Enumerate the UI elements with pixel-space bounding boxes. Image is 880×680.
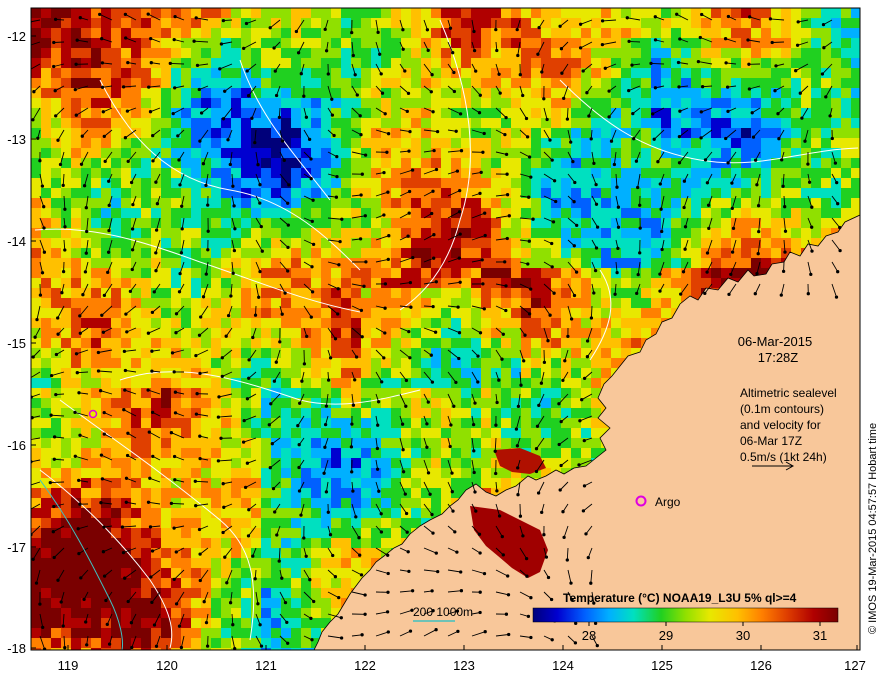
note-line: (0.1m contours) xyxy=(740,402,824,416)
lon-tick: 126 xyxy=(750,658,772,673)
lat-tick: -12 xyxy=(7,29,26,44)
lon-tick: 123 xyxy=(453,658,475,673)
lat-tick: -15 xyxy=(7,336,26,351)
lat-tick: -18 xyxy=(7,641,26,656)
colorbar-ramp xyxy=(532,607,839,623)
lat-tick: -13 xyxy=(7,132,26,147)
map-time: 17:28Z xyxy=(758,350,799,365)
lat-tick: -17 xyxy=(7,540,26,555)
lat-tick: -16 xyxy=(7,438,26,453)
colorbar-tick: 30 xyxy=(736,628,750,643)
colorbar-title: Temperature (°C) NOAA19_L3U 5% ql>=4 xyxy=(563,591,797,605)
lon-tick: 127 xyxy=(844,658,866,673)
lat-tick: -14 xyxy=(7,234,26,249)
bathy-legend-label: 200 1000m xyxy=(413,605,473,619)
colorbar-tick: 31 xyxy=(813,628,827,643)
lon-tick: 119 xyxy=(58,658,79,673)
colorbar-tick: 28 xyxy=(582,628,596,643)
note-line: Altimetric sealevel xyxy=(740,386,837,400)
sst-map: -12 -13 -14 -15 -16 -17 -18 119 120 121 … xyxy=(7,7,879,673)
note-line: 0.5m/s (1kt 24h) xyxy=(740,450,827,464)
lon-tick: 122 xyxy=(354,658,376,673)
plot-area xyxy=(31,8,860,650)
note-line: 06-Mar 17Z xyxy=(740,434,802,448)
note-line: and velocity for xyxy=(740,418,821,432)
lon-tick: 125 xyxy=(651,658,673,673)
map-date: 06-Mar-2015 xyxy=(738,334,812,349)
colorbar-tick: 29 xyxy=(659,628,673,643)
argo-label: Argo xyxy=(655,495,681,509)
imos-credit: © IMOS 19-Mar-2015 04:57:57 Hobart time xyxy=(867,423,879,634)
lon-tick: 121 xyxy=(255,658,277,673)
lon-tick: 124 xyxy=(552,658,574,673)
lon-tick: 120 xyxy=(156,658,178,673)
